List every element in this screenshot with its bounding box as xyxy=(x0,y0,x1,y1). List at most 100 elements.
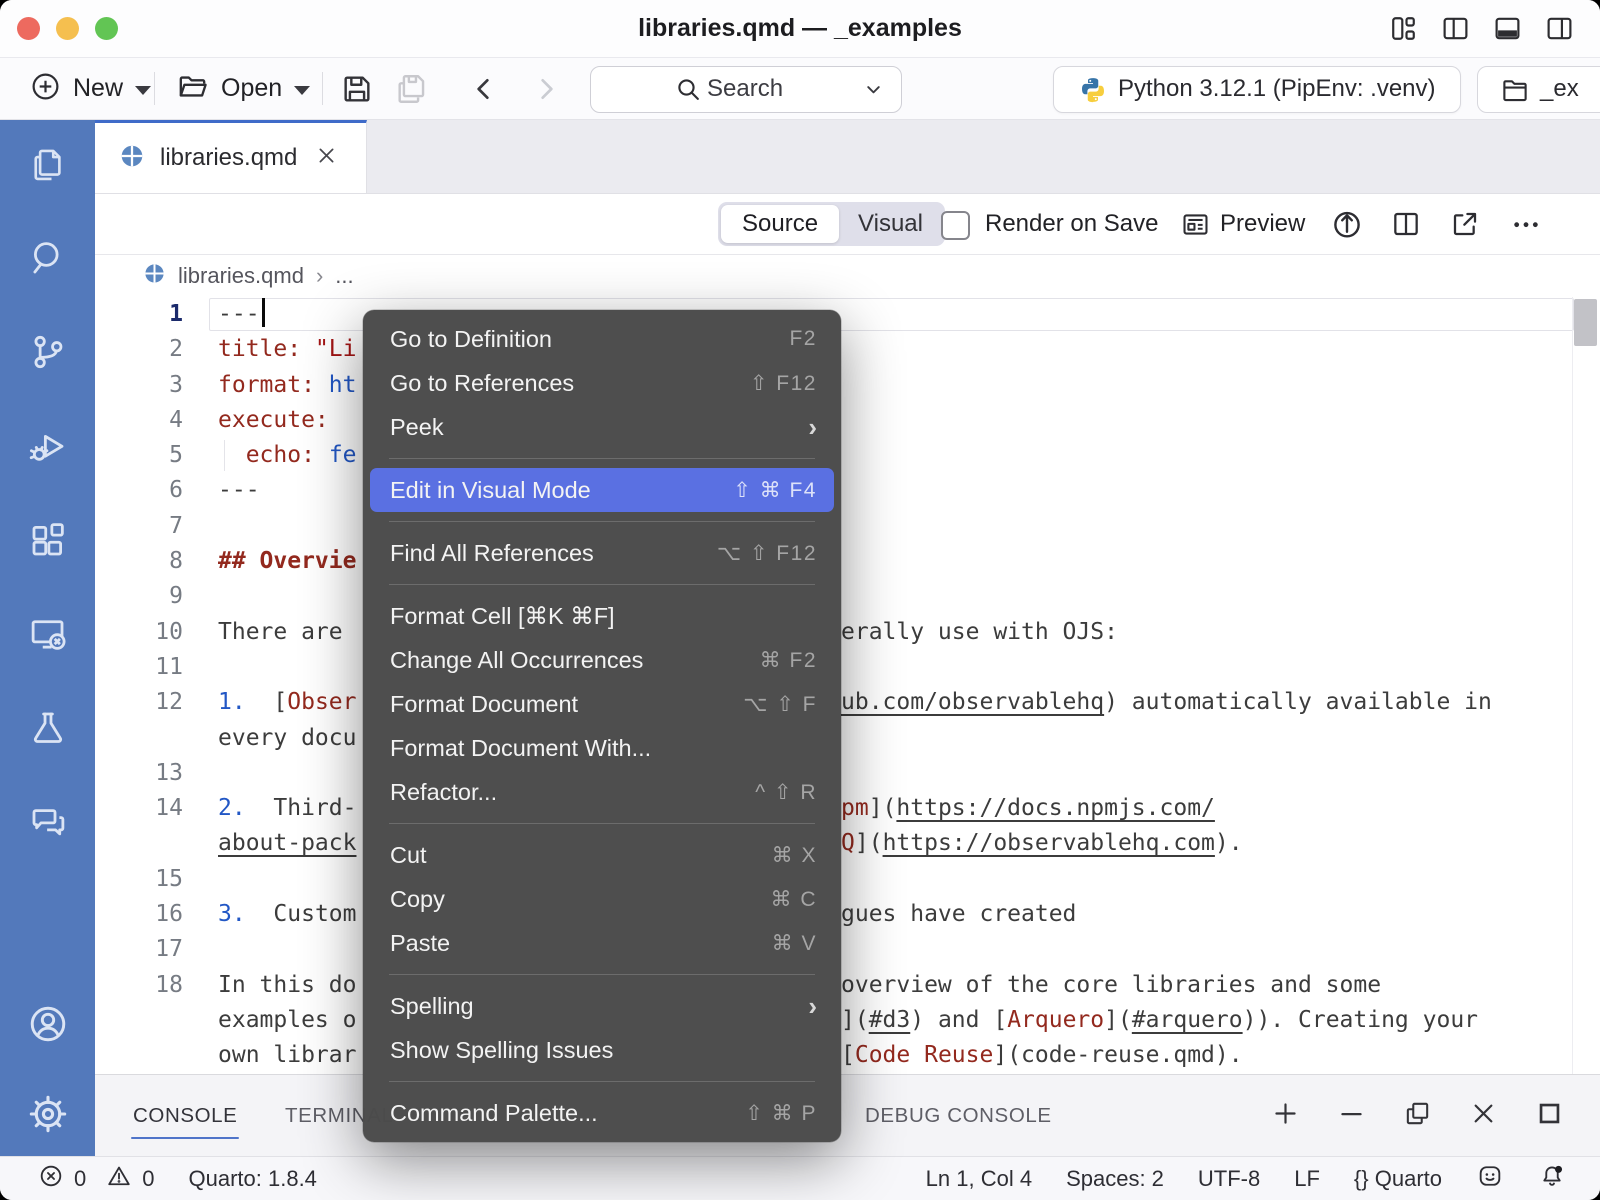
code-line[interactable]: 18In this dooverview of the core librari… xyxy=(95,968,1600,1003)
dev-console-icon[interactable] xyxy=(26,612,70,656)
account-icon[interactable] xyxy=(26,1002,70,1046)
menu-item[interactable]: Change All Occurrences⌘ F2 xyxy=(370,638,834,682)
status-item[interactable]: Spaces: 2 xyxy=(1066,1166,1164,1192)
code-segment xyxy=(301,336,315,362)
code-segment: In this do xyxy=(218,972,356,998)
code-line[interactable]: 10There are erally use with OJS: xyxy=(95,615,1600,650)
code-text: execute: xyxy=(218,403,329,438)
panel-close-icon[interactable] xyxy=(1469,1099,1498,1133)
save-all-button[interactable] xyxy=(394,58,428,119)
menu-item[interactable]: Edit in Visual Mode⇧ ⌘ F4 xyxy=(370,468,834,512)
menu-item-label: Cut xyxy=(390,842,427,869)
problems-indicator[interactable]: 0 0 xyxy=(38,1163,155,1195)
render-icon[interactable] xyxy=(1330,207,1364,246)
status-item[interactable]: UTF-8 xyxy=(1198,1166,1260,1192)
panel-new-icon[interactable] xyxy=(1271,1099,1300,1133)
breadcrumb[interactable]: libraries.qmd › ... xyxy=(95,255,1600,297)
code-editor[interactable]: 1---2title: "Li3format: ht4execute:5 ech… xyxy=(95,297,1600,1074)
menu-item[interactable]: Go to References⇧ F12 xyxy=(370,361,834,405)
status-item[interactable]: {} Quarto xyxy=(1354,1166,1442,1192)
source-control-icon[interactable] xyxy=(26,330,70,374)
code-line[interactable]: 15 xyxy=(95,862,1600,897)
status-item[interactable]: LF xyxy=(1294,1166,1320,1192)
run-debug-icon[interactable] xyxy=(26,424,70,468)
code-line[interactable]: 7 xyxy=(95,509,1600,544)
interpreter-selector[interactable]: Python 3.12.1 (PipEnv: .venv) xyxy=(1053,66,1461,113)
comments-icon[interactable] xyxy=(26,800,70,844)
python-logo-icon xyxy=(1078,75,1108,110)
render-on-save-checkbox[interactable] xyxy=(941,211,970,240)
code-line[interactable]: 3format: ht xyxy=(95,368,1600,403)
code-line[interactable]: 17 xyxy=(95,932,1600,967)
more-actions-icon[interactable] xyxy=(1510,208,1542,245)
menu-item[interactable]: Spelling› xyxy=(370,984,834,1028)
toggle-secondary-sidebar-icon[interactable] xyxy=(1545,14,1574,43)
panel-maximize-icon[interactable] xyxy=(1535,1099,1564,1133)
navigate-forward-button[interactable] xyxy=(530,58,562,119)
source-mode-button[interactable]: Source xyxy=(721,205,839,243)
menu-item[interactable]: Paste⌘ V xyxy=(370,921,834,965)
line-number: 7 xyxy=(95,509,183,544)
breadcrumb-file[interactable]: libraries.qmd xyxy=(178,263,304,289)
explorer-icon[interactable] xyxy=(26,142,70,186)
code-line[interactable]: 5 echo: fe xyxy=(95,438,1600,473)
navigate-back-button[interactable] xyxy=(468,58,500,119)
code-line[interactable]: 4execute: xyxy=(95,403,1600,438)
code-line[interactable]: 6--- xyxy=(95,473,1600,508)
code-line[interactable]: 121. [Obserub.com/observablehq) automati… xyxy=(95,685,1600,720)
settings-gear-icon[interactable] xyxy=(26,1092,70,1136)
extensions-icon[interactable] xyxy=(26,518,70,562)
menu-item[interactable]: Format Document⌥ ⇧ F xyxy=(370,682,834,726)
menu-item[interactable]: Peek› xyxy=(370,405,834,449)
status-item[interactable]: Ln 1, Col 4 xyxy=(926,1166,1032,1192)
notifications-bell-icon[interactable] xyxy=(1538,1162,1566,1196)
panel-restore-icon[interactable] xyxy=(1403,1099,1432,1133)
menu-item[interactable]: Find All References⌥ ⇧ F12 xyxy=(370,531,834,575)
quarto-version[interactable]: Quarto: 1.8.4 xyxy=(189,1166,317,1192)
code-line[interactable]: 9 xyxy=(95,579,1600,614)
code-line[interactable]: 8## Overvie xyxy=(95,544,1600,579)
code-line[interactable]: every docu xyxy=(95,721,1600,756)
editor-scrollbar-thumb[interactable] xyxy=(1574,299,1597,346)
split-editor-icon[interactable] xyxy=(1390,208,1422,245)
open-button[interactable]: Open xyxy=(176,58,310,119)
breadcrumb-more[interactable]: ... xyxy=(335,263,353,289)
search-input[interactable]: Search xyxy=(590,66,902,113)
menu-item[interactable]: Copy⌘ C xyxy=(370,877,834,921)
menu-item[interactable]: Cut⌘ X xyxy=(370,833,834,877)
preview-icon[interactable] xyxy=(1180,209,1211,245)
new-button[interactable]: New xyxy=(30,58,151,119)
open-external-icon[interactable] xyxy=(1449,208,1481,245)
toggle-panel-icon[interactable] xyxy=(1493,14,1522,43)
tab-libraries-qmd[interactable]: libraries.qmd xyxy=(95,120,367,193)
menu-item[interactable]: Show Spelling Issues xyxy=(370,1028,834,1072)
panel-tab-debug-console[interactable]: DEBUG CONSOLE xyxy=(865,1075,1052,1156)
code-line[interactable]: examples o](#d3) and [Arquero](#arquero)… xyxy=(95,1003,1600,1038)
tab-close-icon[interactable] xyxy=(316,145,337,171)
code-line[interactable]: about-packQ](https://observablehq.com). xyxy=(95,826,1600,861)
panel-minimize-icon[interactable] xyxy=(1337,1099,1366,1133)
save-button[interactable] xyxy=(340,58,374,119)
menu-item[interactable]: Command Palette...⇧ ⌘ P xyxy=(370,1091,834,1135)
menu-item[interactable]: Format Cell [⌘K ⌘F] xyxy=(370,594,834,638)
code-line[interactable]: 1--- xyxy=(95,297,1600,332)
preview-label[interactable]: Preview xyxy=(1220,194,1305,254)
code-text: ub.com/observablehq) automatically avail… xyxy=(841,685,1492,720)
testing-icon[interactable] xyxy=(26,706,70,750)
toggle-primary-sidebar-icon[interactable] xyxy=(1441,14,1470,43)
code-line[interactable]: 163. Customgues have created xyxy=(95,897,1600,932)
menu-item[interactable]: Go to DefinitionF2 xyxy=(370,317,834,361)
panel-tab-console[interactable]: CONSOLE xyxy=(133,1075,237,1156)
code-line[interactable]: 13 xyxy=(95,756,1600,791)
code-line[interactable]: 11 xyxy=(95,650,1600,685)
search-sidebar-icon[interactable] xyxy=(26,236,70,280)
customize-layout-icon[interactable] xyxy=(1389,14,1418,43)
feedback-smiley-icon[interactable] xyxy=(1476,1162,1504,1196)
visual-mode-button[interactable]: Visual xyxy=(839,205,942,243)
workspace-folder-button[interactable]: _ex xyxy=(1477,66,1600,113)
menu-item[interactable]: Refactor...^ ⇧ R xyxy=(370,770,834,814)
menu-item[interactable]: Format Document With... xyxy=(370,726,834,770)
code-line[interactable]: 142. Third-pm](https://docs.npmjs.com/ xyxy=(95,791,1600,826)
code-line[interactable]: 2title: "Li xyxy=(95,332,1600,367)
code-line[interactable]: own librar[Code Reuse](code-reuse.qmd). xyxy=(95,1038,1600,1073)
